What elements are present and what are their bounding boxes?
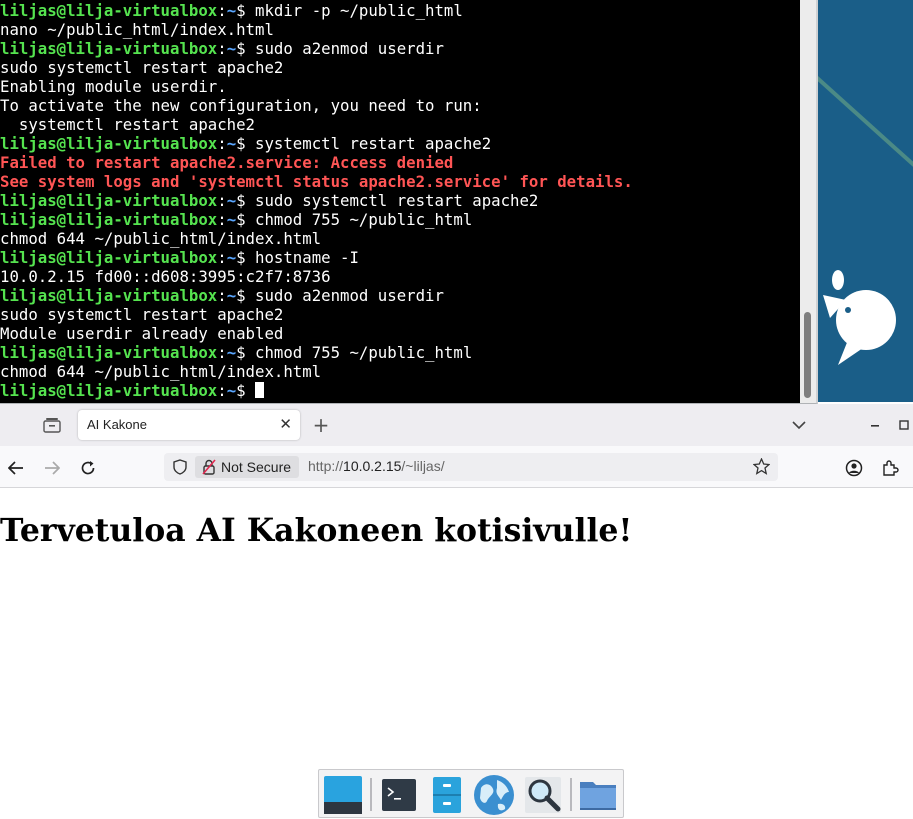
bookmark-star-icon[interactable] — [752, 457, 771, 479]
taskbar-separator — [370, 778, 372, 811]
prompt-command: $ — [236, 381, 256, 400]
xfce-mouse-mascot-icon — [823, 270, 896, 365]
terminal-output-line: sudo systemctl restart apache2 — [0, 305, 284, 324]
prompt-command: $ systemctl restart apache2 — [236, 134, 492, 153]
prompt-command: $ mkdir -p ~/public_html — [236, 1, 463, 20]
prompt-path: ~ — [226, 343, 237, 362]
prompt-path: ~ — [226, 210, 237, 229]
terminal-output-line: chmod 644 ~/public_html/index.html — [0, 362, 322, 381]
prompt-command: $ chmod 755 ~/public_html — [236, 210, 473, 229]
url-scheme: http:// — [308, 458, 344, 474]
terminal-output-line: To activate the new configuration, you n… — [0, 96, 482, 115]
prompt-path: ~ — [226, 134, 237, 153]
terminal-prompt-line: liljas@lilja-virtualbox:~$ — [0, 381, 800, 400]
prompt-command: $ chmod 755 ~/public_html — [236, 343, 473, 362]
browser-tab-bar: AI Kakone ✕ + — [0, 404, 913, 446]
prompt-path: ~ — [226, 1, 237, 20]
url-host: 10.0.2.15 — [343, 458, 402, 474]
terminal-window[interactable]: liljas@lilja-virtualbox:~$ mkdir -p ~/pu… — [0, 0, 818, 404]
terminal-prompt-line: liljas@lilja-virtualbox:~$ hostname -I — [0, 248, 359, 267]
insecure-lock-icon — [202, 459, 216, 481]
minimize-window-icon[interactable] — [864, 414, 886, 436]
app-finder-launcher[interactable] — [522, 774, 564, 816]
prompt-user-host: liljas@lilja-virtualbox — [0, 381, 218, 400]
prompt-command: $ hostname -I — [236, 248, 359, 267]
tab-close-icon[interactable]: ✕ — [279, 415, 292, 433]
browser-nav-bar: Not Secure http://10.0.2.15/~liljas/ — [0, 446, 913, 488]
terminal-output-line: sudo systemctl restart apache2 — [0, 58, 284, 77]
terminal-output-line: 10.0.2.15 fd00::d608:3995:c2f7:8736 — [0, 267, 331, 286]
prompt-path: ~ — [226, 39, 237, 58]
file-cabinet-icon — [433, 777, 461, 813]
magnifier-search-icon — [525, 777, 561, 813]
forward-arrow-icon[interactable] — [40, 456, 64, 480]
extensions-puzzle-icon[interactable] — [878, 456, 902, 480]
home-folder-launcher[interactable] — [577, 774, 619, 816]
address-bar[interactable]: Not Secure http://10.0.2.15/~liljas/ — [164, 453, 778, 481]
prompt-user-host: liljas@lilja-virtualbox — [0, 191, 218, 210]
prompt-command: $ sudo systemctl restart apache2 — [236, 191, 539, 210]
tab-title: AI Kakone — [87, 417, 147, 432]
prompt-command: $ sudo a2enmod userdir — [236, 39, 444, 58]
terminal-scrollbar-thumb[interactable] — [804, 312, 811, 398]
web-browser-launcher[interactable] — [473, 774, 515, 816]
prompt-user-host: liljas@lilja-virtualbox — [0, 286, 218, 305]
back-arrow-icon[interactable] — [4, 456, 28, 480]
prompt-user-host: liljas@lilja-virtualbox — [0, 1, 218, 20]
prompt-path: ~ — [226, 191, 237, 210]
prompt-path: ~ — [226, 286, 237, 305]
prompt-user-host: liljas@lilja-virtualbox — [0, 39, 218, 58]
terminal-icon — [382, 779, 416, 811]
not-secure-label: Not Secure — [221, 459, 292, 475]
terminal-output-line: systemctl restart apache2 — [0, 115, 256, 134]
tracking-protection-shield-icon[interactable] — [173, 459, 187, 479]
firefox-view-icon[interactable] — [41, 414, 63, 436]
folder-icon — [580, 782, 616, 810]
page-heading: Tervetuloa AI Kakoneen kotisivulle! — [0, 512, 633, 549]
terminal-output-line: Module userdir already enabled — [0, 324, 284, 343]
terminal-prompt-line: liljas@lilja-virtualbox:~$ sudo systemct… — [0, 191, 539, 210]
prompt-user-host: liljas@lilja-virtualbox — [0, 343, 218, 362]
terminal-prompt-line: liljas@lilja-virtualbox:~$ sudo a2enmod … — [0, 39, 444, 58]
terminal-prompt-line: liljas@lilja-virtualbox:~$ sudo a2enmod … — [0, 286, 444, 305]
terminal-prompt-line: liljas@lilja-virtualbox:~$ mkdir -p ~/pu… — [0, 1, 463, 20]
not-secure-indicator[interactable]: Not Secure — [195, 456, 300, 481]
taskbar-dock — [318, 769, 624, 818]
prompt-command: $ sudo a2enmod userdir — [236, 286, 444, 305]
prompt-user-host: liljas@lilja-virtualbox — [0, 248, 218, 267]
url-path: /~liljas/ — [401, 458, 445, 474]
terminal-scrollbar[interactable] — [800, 0, 816, 403]
terminal-output-line: chmod 644 ~/public_html/index.html — [0, 229, 322, 248]
terminal-output-line: nano ~/public_html/index.html — [0, 20, 274, 39]
reload-icon[interactable] — [76, 456, 100, 480]
terminal-cursor — [255, 382, 265, 398]
list-all-tabs-chevron-icon[interactable] — [788, 414, 810, 436]
terminal-output-line: Enabling module userdir. — [0, 77, 227, 96]
account-icon[interactable] — [842, 456, 866, 480]
terminal-error-line: Failed to restart apache2.service: Acces… — [0, 153, 454, 172]
browser-tab-active[interactable]: AI Kakone ✕ — [78, 410, 300, 440]
terminal-output: liljas@lilja-virtualbox:~$ mkdir -p ~/pu… — [0, 1, 800, 400]
terminal-prompt-line: liljas@lilja-virtualbox:~$ systemctl res… — [0, 134, 492, 153]
file-manager-launcher[interactable] — [426, 774, 468, 816]
terminal-prompt-line: liljas@lilja-virtualbox:~$ chmod 755 ~/p… — [0, 210, 473, 229]
show-desktop-button[interactable] — [322, 774, 364, 816]
show-desktop-icon — [324, 776, 362, 814]
prompt-user-host: liljas@lilja-virtualbox — [0, 210, 218, 229]
maximize-window-icon[interactable] — [893, 414, 913, 436]
url-text: http://10.0.2.15/~liljas/ — [308, 458, 445, 474]
desktop-wallpaper — [818, 0, 913, 402]
terminal-error-line: See system logs and 'systemctl status ap… — [0, 172, 633, 191]
terminal-launcher[interactable] — [378, 774, 420, 816]
terminal-prompt-line: liljas@lilja-virtualbox:~$ chmod 755 ~/p… — [0, 343, 473, 362]
globe-icon — [474, 775, 514, 815]
prompt-path: ~ — [226, 381, 237, 400]
taskbar-separator — [570, 778, 572, 811]
wallpaper-stripe — [818, 40, 913, 177]
prompt-path: ~ — [226, 248, 237, 267]
new-tab-icon[interactable]: + — [310, 413, 332, 437]
prompt-user-host: liljas@lilja-virtualbox — [0, 134, 218, 153]
